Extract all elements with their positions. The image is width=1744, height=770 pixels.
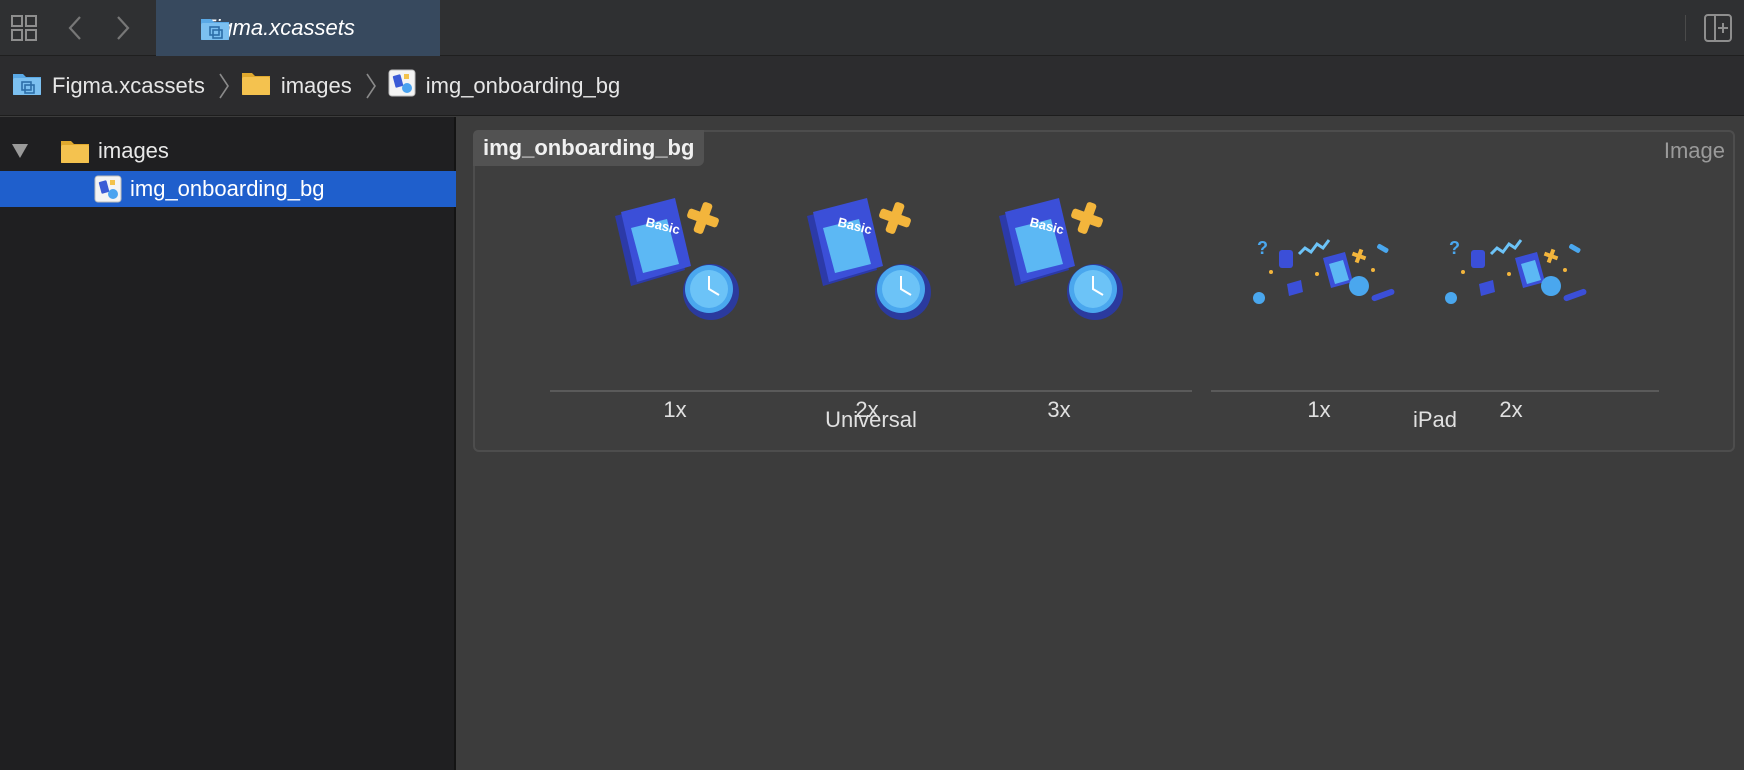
chevron-left-icon[interactable] — [66, 14, 86, 42]
group-label-ipad: iPad — [1412, 407, 1458, 432]
breadcrumb-item-catalog[interactable]: Figma.xcassets — [12, 56, 205, 116]
folder-icon — [60, 138, 90, 169]
asset-editor: img_onboarding_bg Image Basic 1x Basic 2… — [458, 117, 1744, 770]
asset-name[interactable]: img_onboarding_bg — [473, 130, 705, 166]
breadcrumb-item-image-set[interactable]: img_onboarding_bg — [388, 56, 621, 116]
image-set-panel: img_onboarding_bg Image Basic 1x Basic 2… — [473, 130, 1735, 452]
image-set-icon — [388, 69, 416, 102]
toolbar: Figma.xcassets — [0, 0, 1744, 56]
group-label-universal: Universal — [825, 407, 917, 432]
clock-book-image: Basic — [999, 198, 1123, 320]
svg-text:?: ? — [1449, 238, 1460, 258]
asset-kind-label: Image — [1663, 138, 1725, 163]
group-divider — [1211, 390, 1659, 392]
group-divider — [550, 390, 1192, 392]
add-editor-icon[interactable] — [1703, 13, 1733, 43]
sidebar-item-label: images — [98, 138, 169, 163]
breadcrumb-label: img_onboarding_bg — [425, 72, 621, 98]
grid-icon[interactable] — [10, 14, 38, 42]
breadcrumb-label: Figma.xcassets — [52, 72, 205, 98]
toolbar-divider — [1685, 15, 1686, 41]
chevron-right-icon[interactable] — [112, 14, 132, 42]
image-set-icon — [94, 175, 122, 208]
clock-book-image: Basic — [807, 198, 931, 320]
tab-figma-xcassets[interactable]: Figma.xcassets — [156, 0, 440, 56]
sidebar-item-label: img_onboarding_bg — [130, 176, 325, 201]
scattered-objects-image: ? — [1445, 238, 1587, 304]
sidebar-item-img-onboarding-bg[interactable]: img_onboarding_bg — [0, 171, 456, 207]
breadcrumb-label: images — [280, 72, 352, 98]
asset-navigator: images img_onboarding_bg — [0, 117, 456, 770]
asset-catalog-icon — [12, 70, 42, 101]
svg-text:?: ? — [1257, 238, 1268, 258]
asset-catalog-icon — [200, 15, 230, 46]
breadcrumb: Figma.xcassets images img_onboarding_bg — [0, 56, 1744, 116]
folder-icon — [241, 70, 271, 101]
breadcrumb-item-images[interactable]: images — [241, 56, 352, 116]
breadcrumb-separator-icon — [366, 73, 376, 98]
disclosure-triangle-icon[interactable] — [10, 142, 30, 165]
clock-book-image: Basic — [615, 198, 739, 320]
scattered-objects-image: ? — [1253, 238, 1395, 304]
breadcrumb-separator-icon — [219, 73, 229, 98]
sidebar-item-images[interactable]: images — [0, 133, 456, 169]
